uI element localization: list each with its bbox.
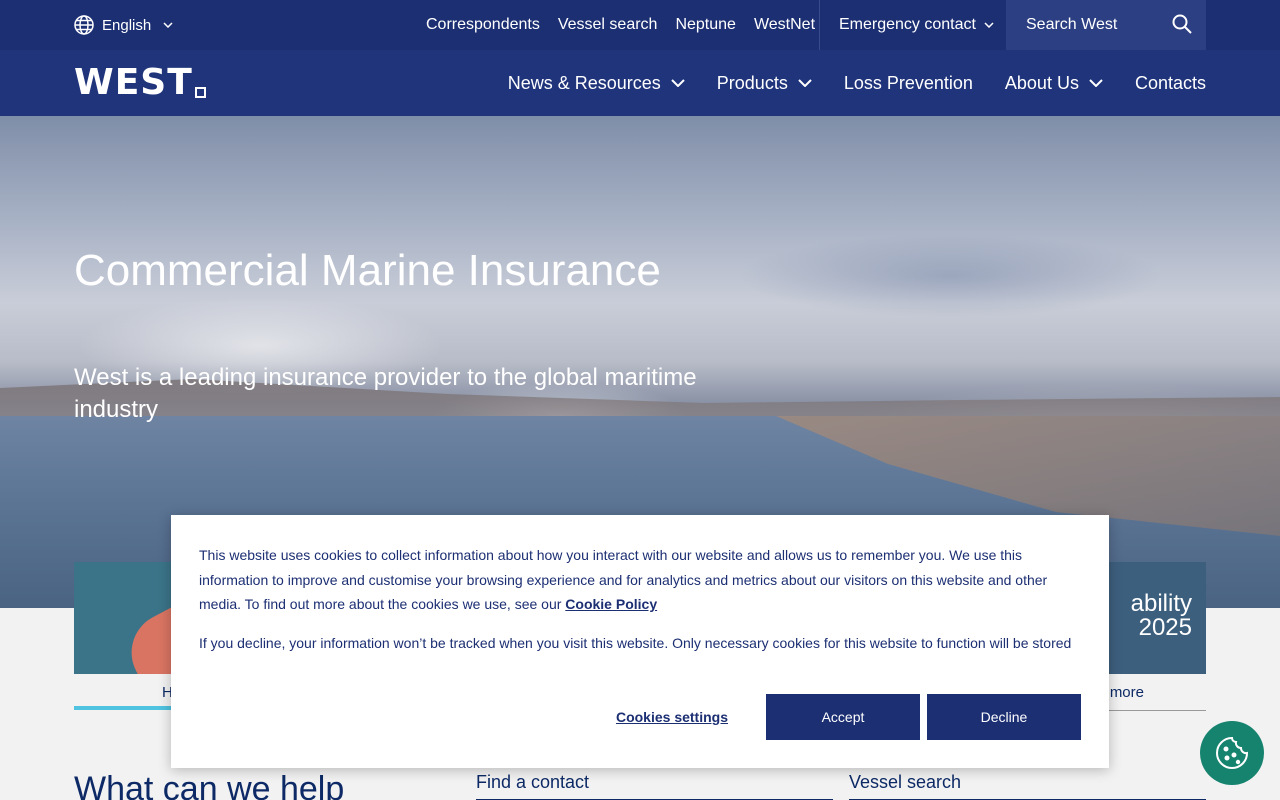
hero-subtitle: West is a leading insurance provider to … (74, 364, 697, 423)
nav-about-us[interactable]: About Us (1005, 73, 1103, 94)
main-navigation: WEST News & Resources Products Loss Prev… (0, 50, 1280, 116)
nav-contacts[interactable]: Contacts (1135, 73, 1206, 94)
cookie-preferences-button[interactable] (1200, 721, 1264, 785)
cookie-text-secondary: If you decline, your information won’t b… (199, 634, 1072, 651)
utility-links: Correspondents Vessel search Neptune Wes… (426, 0, 815, 50)
nav-loss-prevention[interactable]: Loss Prevention (844, 73, 973, 94)
nav-news-resources-label: News & Resources (507, 72, 661, 93)
search-box (1006, 0, 1206, 50)
chevron-down-icon (1089, 79, 1103, 87)
emergency-contact-dropdown[interactable]: Emergency contact (819, 0, 1006, 50)
language-selector[interactable]: English (74, 14, 173, 36)
nav-items: News & Resources Products Loss Preventio… (508, 50, 1206, 116)
chevron-down-icon (163, 22, 173, 28)
cookie-icon (1216, 736, 1249, 769)
nav-news-resources[interactable]: News & Resources (508, 73, 685, 94)
link-correspondents[interactable]: Correspondents (426, 16, 540, 34)
language-label: English (102, 16, 152, 34)
cookie-consent-banner: This website uses cookies to collect inf… (171, 515, 1109, 768)
west-logo[interactable]: WEST (74, 62, 206, 103)
cookie-text-primary: This website uses cookies to collect inf… (199, 543, 1081, 617)
chevron-down-icon (798, 79, 812, 87)
link-westnet[interactable]: WestNet (754, 16, 815, 34)
nav-products-label: Products (716, 72, 788, 93)
logo-square (194, 87, 206, 98)
accept-button[interactable]: Accept (766, 694, 920, 740)
hero-title: Commercial Marine Insurance (74, 246, 661, 295)
cookie-policy-link[interactable]: Cookie Policy (565, 596, 657, 612)
find-contact-link[interactable]: Find a contact (476, 772, 833, 800)
logo-text: WEST (74, 62, 193, 103)
nav-products[interactable]: Products (717, 73, 812, 94)
search-icon[interactable] (1172, 14, 1192, 34)
help-heading: What can we help (74, 770, 345, 800)
emergency-contact-label: Emergency contact (839, 16, 976, 33)
link-neptune[interactable]: Neptune (675, 16, 736, 34)
nav-contacts-label: Contacts (1134, 72, 1206, 93)
decline-button[interactable]: Decline (927, 694, 1081, 740)
cookie-actions: Cookies settings Accept Decline (616, 694, 1081, 740)
vessel-search-link[interactable]: Vessel search (849, 772, 1206, 800)
sustainability-card-text: ability 2025 (1130, 590, 1192, 641)
nav-loss-prevention-label: Loss Prevention (843, 72, 973, 93)
cookies-settings-button[interactable]: Cookies settings (616, 709, 728, 725)
top-utility-bar: English Correspondents Vessel search Nep… (0, 0, 1280, 50)
link-vessel-search[interactable]: Vessel search (558, 16, 658, 34)
nav-about-us-label: About Us (1004, 72, 1079, 93)
chevron-down-icon (671, 79, 685, 87)
search-input[interactable] (1026, 16, 1166, 34)
sustainability-card-label[interactable]: more (1110, 684, 1144, 701)
globe-icon (74, 15, 94, 35)
chevron-down-icon (984, 22, 994, 28)
